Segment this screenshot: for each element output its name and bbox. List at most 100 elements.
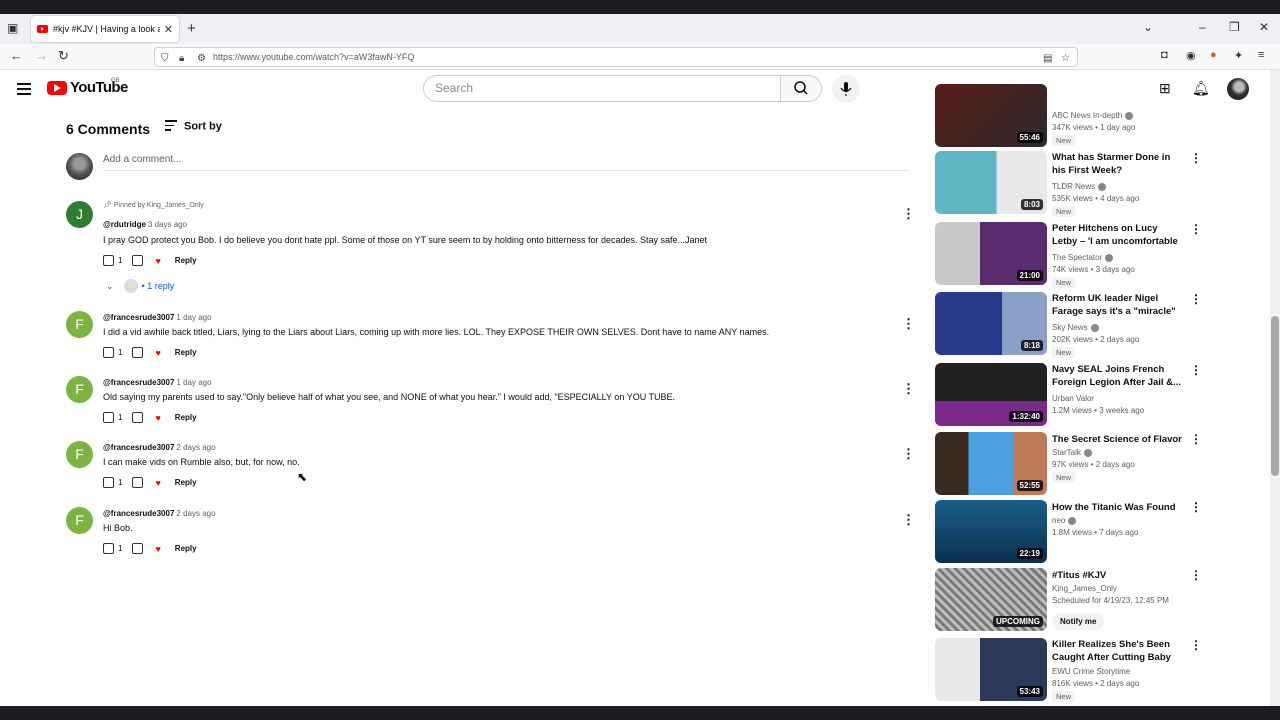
like-icon[interactable] [103,543,114,554]
comment-more-icon[interactable]: ⋮ [902,316,915,332]
video-thumbnail[interactable]: 52:55 [935,432,1047,495]
video-title[interactable]: The Secret Science of Flavor [1052,433,1184,446]
maximize-icon[interactable]: ❐ [1229,20,1240,34]
extension-brave-icon[interactable]: ● [1210,49,1217,61]
video-thumbnail[interactable]: 55:46 [935,84,1047,147]
add-comment-input[interactable]: Add a comment... [103,154,909,171]
reload-icon[interactable]: ↻ [58,48,69,64]
bookmark-star-icon[interactable]: ☆ [1061,50,1070,68]
comment-author[interactable]: @francesrude3007 [103,378,174,387]
like-icon[interactable] [103,412,114,423]
video-channel[interactable]: Sky News [1052,323,1099,332]
dislike-icon[interactable] [132,347,144,358]
video-thumbnail[interactable]: 8:18 [935,292,1047,355]
video-thumbnail[interactable]: UPCOMING [935,568,1047,631]
creator-heart-icon[interactable]: ♥ [155,256,160,266]
reply-button[interactable]: Reply [175,544,197,553]
create-video-icon[interactable]: ⊞ [1159,80,1171,97]
new-tab-icon[interactable]: + [187,20,196,37]
creator-heart-icon[interactable]: ♥ [155,348,160,358]
video-channel[interactable]: ABC News In-depth [1052,111,1134,120]
comment-time[interactable]: 1 day ago [176,313,211,322]
back-icon[interactable]: ← [10,48,23,63]
video-card[interactable]: 22:19 How the Titanic Was Found neo 1.8M… [935,500,1202,563]
comment-avatar[interactable]: F [66,441,93,468]
video-more-icon[interactable]: ⋮ [1190,151,1202,165]
video-title[interactable]: #Titus #KJV [1052,569,1184,582]
comment-author[interactable]: @francesrude3007 [103,443,174,452]
comment-author[interactable]: @rdutridge [103,220,146,229]
comment-time[interactable]: 1 day ago [176,378,211,387]
tab-list-icon[interactable]: ▣ [7,21,18,35]
search-input[interactable]: Search [423,75,781,102]
user-avatar[interactable] [1227,78,1249,100]
sort-by-button[interactable]: Sort by [165,120,222,134]
comment-time[interactable]: 3 days ago [148,220,187,229]
reply-button[interactable]: Reply [175,413,197,422]
browser-tab[interactable]: #kjv #KJV | Having a look at stu ✕ [31,16,179,42]
close-tab-icon[interactable]: ✕ [164,23,173,36]
comment-avatar[interactable]: F [66,376,93,403]
video-card[interactable]: 8:18 Reform UK leader Nigel Farage says … [935,292,1202,358]
video-thumbnail[interactable]: 53:43 [935,638,1047,701]
notify-me-button[interactable]: Notify me [1052,613,1105,630]
view-replies-button[interactable]: ⌄ • 1 reply [106,279,174,293]
comment-more-icon[interactable]: ⋮ [902,512,915,528]
address-bar[interactable]: ⛉ 🔒︎ ⚙ https://www.youtube.com/watch?v=a… [154,47,1078,67]
video-card[interactable]: UPCOMING #Titus #KJV King_James_Only Sch… [935,568,1202,631]
comment-author[interactable]: @francesrude3007 [103,509,174,518]
menu-icon[interactable]: ≡ [1258,49,1264,61]
voice-search-button[interactable] [832,75,860,103]
comment-more-icon[interactable]: ⋮ [902,381,915,397]
video-thumbnail[interactable]: 1:32:40 [935,363,1047,426]
video-channel[interactable]: King_James_Only [1052,584,1117,593]
video-title[interactable]: How the Titanic Was Found [1052,501,1184,514]
video-card[interactable]: 21:00 Peter Hitchens on Lucy Letby – 'I … [935,222,1202,288]
extensions-icon[interactable]: ✦ [1234,49,1243,62]
comment-more-icon[interactable]: ⋮ [902,446,915,462]
video-card[interactable]: 55:46 ABC News In-depth 347K views • 1 d… [935,84,1195,147]
like-icon[interactable] [103,347,114,358]
notifications-bell-icon[interactable]: 🔔︎ [1192,80,1210,97]
video-more-icon[interactable]: ⋮ [1190,568,1202,582]
creator-heart-icon[interactable]: ♥ [155,478,160,488]
video-more-icon[interactable]: ⋮ [1190,292,1202,306]
comment-avatar[interactable]: F [66,311,93,338]
comment-time[interactable]: 2 days ago [176,509,215,518]
dislike-icon[interactable] [132,255,144,266]
dislike-icon[interactable] [132,477,144,488]
account-icon[interactable]: ◉ [1186,49,1196,62]
comment-time[interactable]: 2 days ago [176,443,215,452]
video-channel[interactable]: EWU Crime Storytime [1052,667,1130,676]
search-button[interactable] [780,75,822,102]
comment-author[interactable]: @francesrude3007 [103,313,174,322]
shield-icon[interactable]: ⛉ [161,50,169,68]
page-scrollbar[interactable] [1270,70,1280,706]
video-thumbnail[interactable]: 22:19 [935,500,1047,563]
creator-heart-icon[interactable]: ♥ [155,544,160,554]
like-icon[interactable] [103,255,114,266]
comment-avatar[interactable]: J [66,201,93,228]
pocket-icon[interactable]: ◘ [1161,49,1168,61]
video-channel[interactable]: TLDR News [1052,182,1107,191]
video-more-icon[interactable]: ⋮ [1190,638,1202,652]
scrollbar-thumb[interactable] [1271,316,1279,476]
video-channel[interactable]: Urban Valor [1052,394,1094,403]
creator-heart-icon[interactable]: ♥ [155,413,160,423]
reply-button[interactable]: Reply [175,478,197,487]
comment-more-icon[interactable]: ⋮ [902,206,915,222]
video-card[interactable]: 1:32:40 Navy SEAL Joins French Foreign L… [935,363,1202,426]
close-window-icon[interactable]: ✕ [1259,20,1269,34]
dislike-icon[interactable] [132,543,144,554]
video-card[interactable]: 52:55 The Secret Science of Flavor StarT… [935,432,1202,495]
video-title[interactable]: What has Starmer Done in his First Week? [1052,151,1184,177]
video-thumbnail[interactable]: 21:00 [935,222,1047,285]
comment-avatar[interactable]: F [66,507,93,534]
reply-button[interactable]: Reply [175,348,197,357]
hamburger-menu-icon[interactable] [17,83,31,98]
video-more-icon[interactable]: ⋮ [1190,222,1202,236]
video-channel[interactable]: StarTalk [1052,448,1092,457]
dislike-icon[interactable] [132,412,144,423]
reply-button[interactable]: Reply [175,256,197,265]
like-icon[interactable] [103,477,114,488]
